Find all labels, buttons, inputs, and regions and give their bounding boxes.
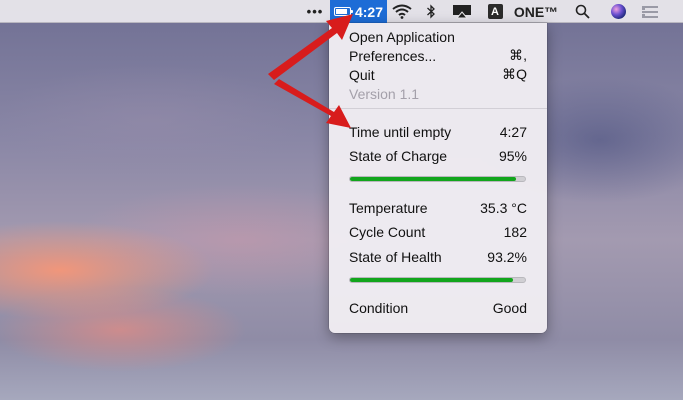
cycle-count-row: Cycle Count 182 <box>349 222 527 241</box>
state-of-charge-fill <box>350 177 517 181</box>
preferences-shortcut: ⌘, <box>509 47 527 63</box>
state-of-health-label: State of Health <box>349 248 442 265</box>
battery-dropdown-menu: Open Application Preferences... ⌘, Quit … <box>329 23 547 333</box>
notification-list-icon[interactable] <box>640 0 660 23</box>
battery-menu-extra[interactable]: 4:27 <box>330 0 387 23</box>
preferences-item[interactable]: Preferences... ⌘, <box>349 46 527 65</box>
open-application-label: Open Application <box>349 28 455 45</box>
state-of-health-fill <box>350 278 514 282</box>
time-until-empty-label: Time until empty <box>349 123 452 140</box>
state-of-charge-label: State of Charge <box>349 147 448 164</box>
airplay-icon[interactable] <box>451 0 473 23</box>
cycle-count-label: Cycle Count <box>349 223 426 240</box>
battery-icon <box>333 7 353 16</box>
state-of-health-row: State of Health 93.2% <box>349 247 527 266</box>
state-of-charge-value: 95% <box>498 147 527 164</box>
battery-time-label: 4:27 <box>354 3 384 20</box>
menu-separator <box>329 108 547 109</box>
app-name-menu[interactable]: ONE™ <box>512 0 560 23</box>
temperature-label: Temperature <box>349 199 428 216</box>
open-application-item[interactable]: Open Application <box>349 27 527 46</box>
state-of-health-value: 93.2% <box>487 248 527 265</box>
state-of-charge-row: State of Charge 95% <box>349 146 527 165</box>
temperature-value: 35.3 °C <box>480 199 527 216</box>
condition-label: Condition <box>349 299 409 316</box>
input-source-icon[interactable]: A <box>487 0 503 23</box>
temperature-row: Temperature 35.3 °C <box>349 198 527 217</box>
quit-label: Quit <box>349 66 375 83</box>
bluetooth-icon[interactable] <box>424 0 438 23</box>
quit-shortcut: ⌘Q <box>502 66 527 82</box>
wifi-icon[interactable] <box>391 0 413 23</box>
time-until-empty-value: 4:27 <box>499 123 527 140</box>
cycle-count-value: 182 <box>503 223 527 240</box>
search-icon[interactable] <box>574 0 590 23</box>
siri-icon[interactable] <box>609 0 627 23</box>
version-item: Version 1.1 <box>349 84 527 103</box>
quit-item[interactable]: Quit ⌘Q <box>349 65 527 84</box>
condition-value: Good <box>492 299 527 316</box>
battery-level-fill <box>335 9 348 14</box>
preferences-label: Preferences... <box>349 47 437 64</box>
state-of-charge-bar <box>349 176 526 182</box>
state-of-health-bar <box>349 277 526 283</box>
condition-row: Condition Good <box>349 298 527 317</box>
time-until-empty-row: Time until empty 4:27 <box>349 122 527 141</box>
more-dots-icon[interactable]: ••• <box>304 0 326 23</box>
version-label: Version 1.1 <box>349 85 420 102</box>
menu-bar: ••• 4:27 A ONE™ <box>0 0 683 23</box>
